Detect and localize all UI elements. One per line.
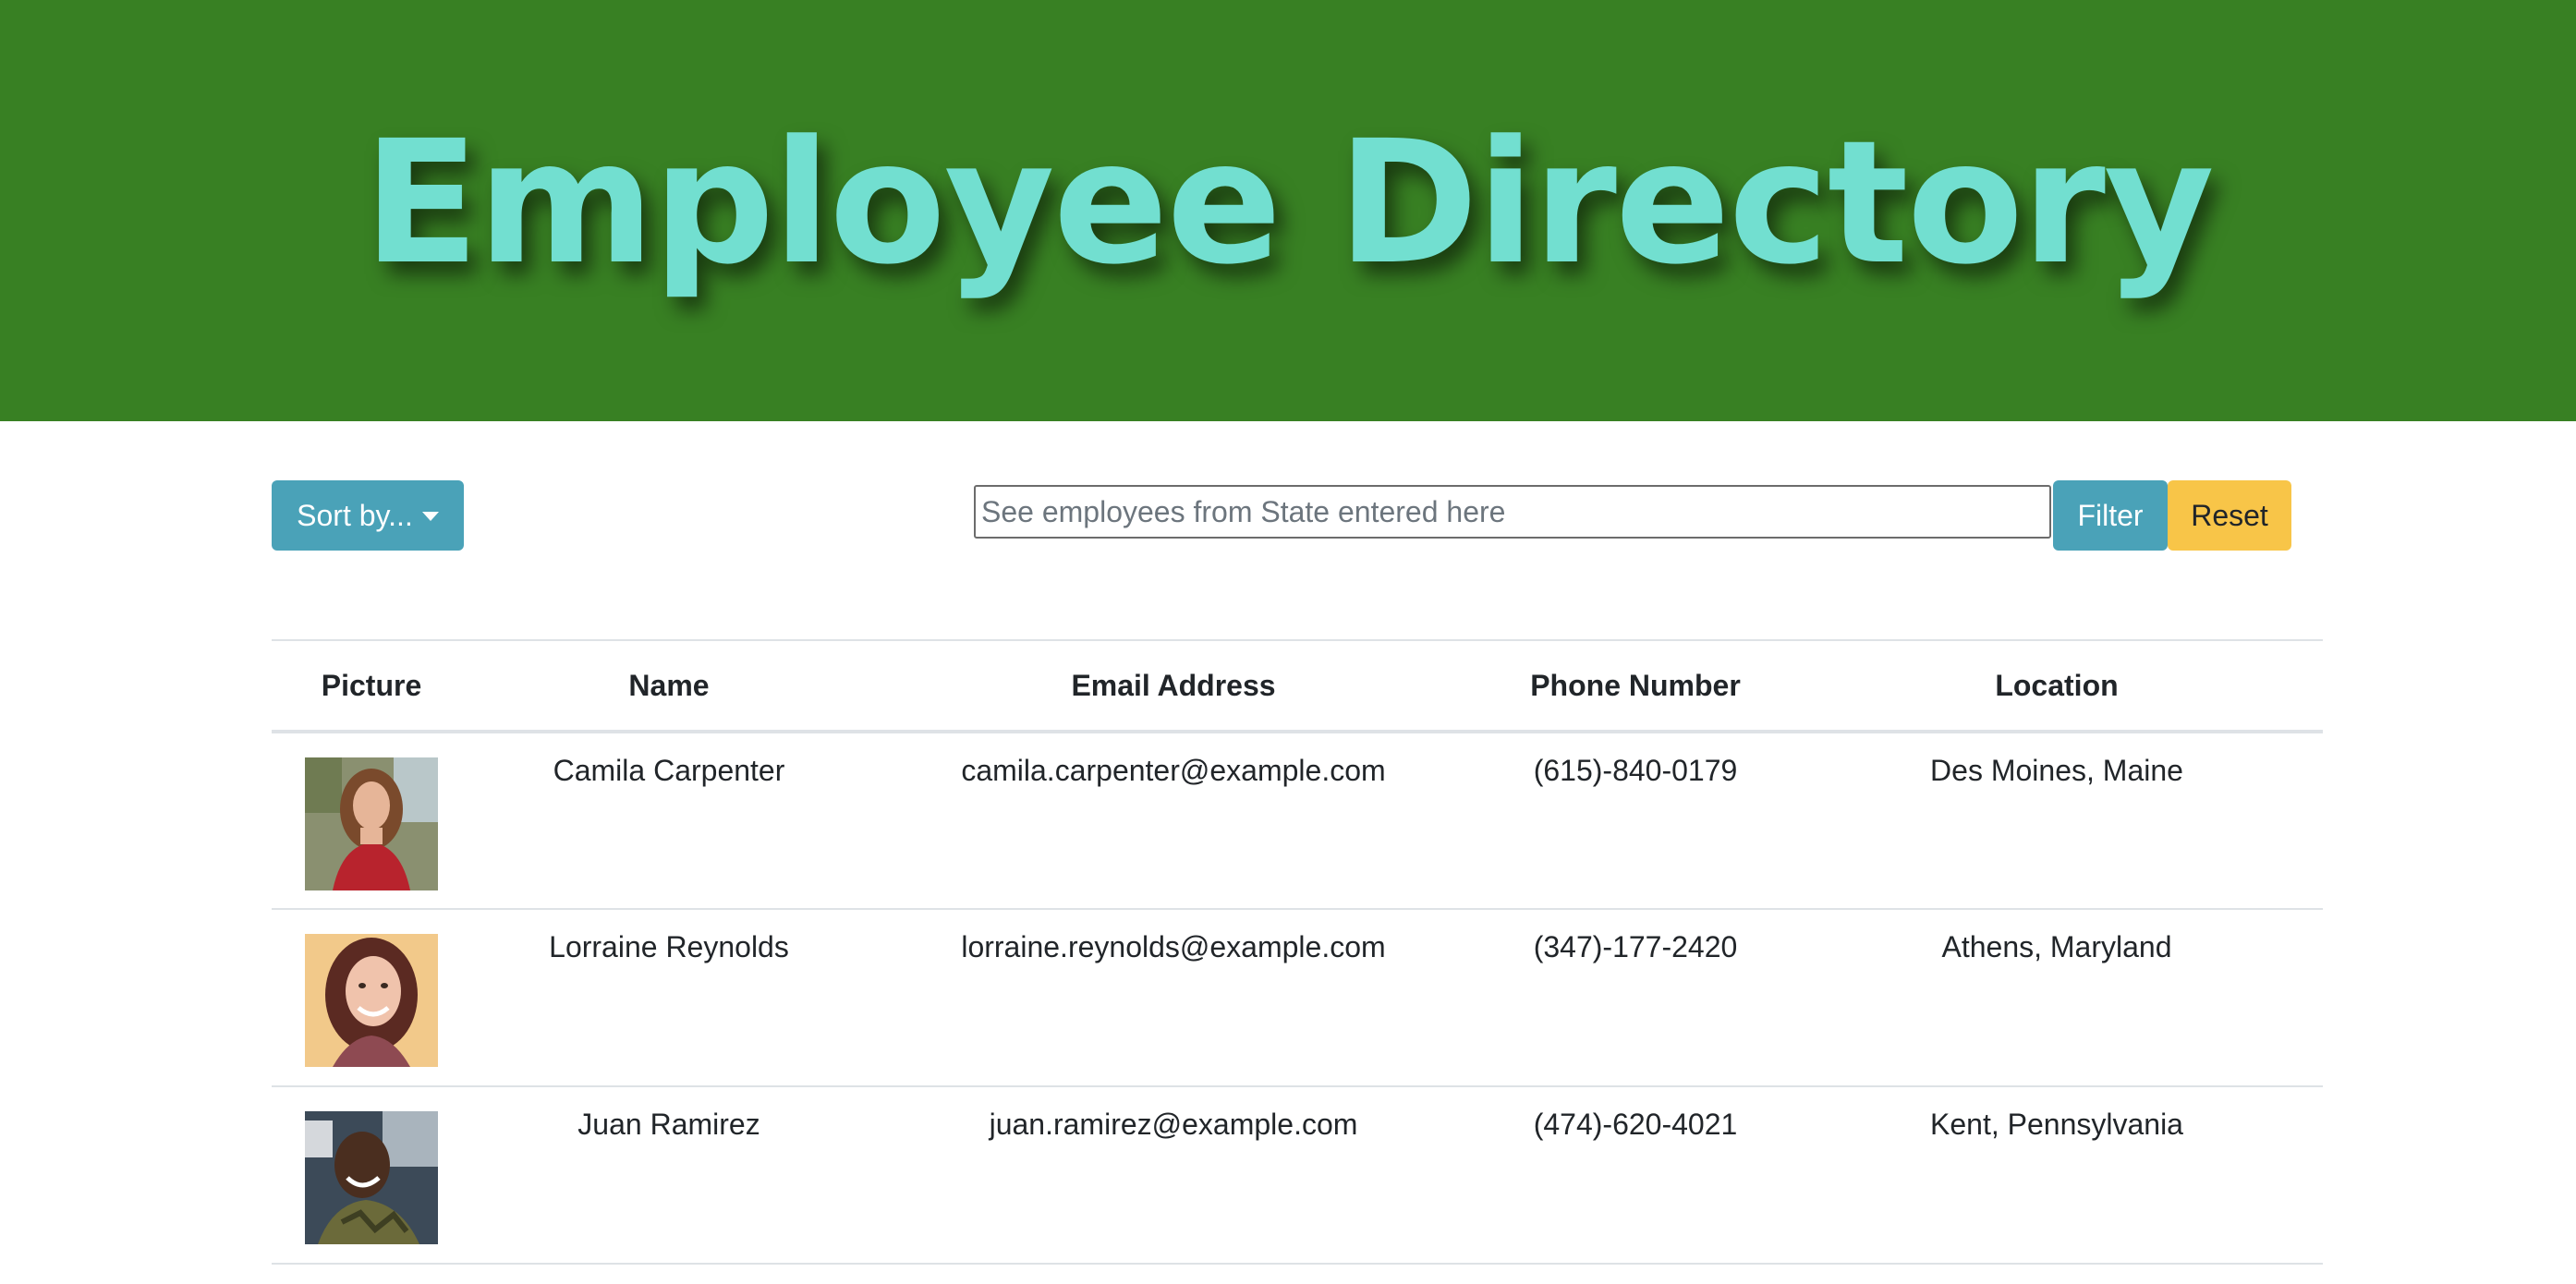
sort-button-label: Sort by... xyxy=(297,498,413,532)
employee-table: Picture Name Email Address Phone Number … xyxy=(272,639,2323,1265)
avatar xyxy=(305,757,438,890)
avatar xyxy=(305,1111,438,1244)
reset-button[interactable]: Reset xyxy=(2168,480,2291,551)
employee-name: Camila Carpenter xyxy=(471,732,867,910)
column-header-email[interactable]: Email Address xyxy=(867,639,1480,733)
employee-name: Juan Ramirez xyxy=(471,1086,867,1265)
employee-name: Lorraine Reynolds xyxy=(471,909,867,1087)
employee-email: lorraine.reynolds@example.com xyxy=(867,909,1480,1087)
table-body: Camila Carpenter camila.carpenter@exampl… xyxy=(272,732,2323,1265)
table-row: Juan Ramirez juan.ramirez@example.com (4… xyxy=(272,1086,2323,1265)
table-header-row: Picture Name Email Address Phone Number … xyxy=(272,639,2323,733)
avatar xyxy=(305,934,438,1067)
table-row: Camila Carpenter camila.carpenter@exampl… xyxy=(272,732,2323,910)
employee-phone: (474)-620-4021 xyxy=(1480,1086,1791,1265)
state-search-input[interactable] xyxy=(974,485,2051,539)
picture-cell xyxy=(272,909,471,1087)
picture-cell xyxy=(272,1086,471,1265)
column-header-picture[interactable]: Picture xyxy=(272,639,471,733)
table-header: Picture Name Email Address Phone Number … xyxy=(272,639,2323,733)
page-title: Employee Directory xyxy=(363,104,2215,302)
column-header-name[interactable]: Name xyxy=(471,639,867,733)
employee-email: juan.ramirez@example.com xyxy=(867,1086,1480,1265)
column-header-phone[interactable]: Phone Number xyxy=(1480,639,1791,733)
employee-location: Kent, Pennsylvania xyxy=(1791,1086,2323,1265)
caret-down-icon xyxy=(421,512,439,521)
employee-email: camila.carpenter@example.com xyxy=(867,732,1480,910)
filter-button[interactable]: Filter xyxy=(2053,480,2168,551)
sort-dropdown-button[interactable]: Sort by... xyxy=(272,480,464,551)
column-header-location[interactable]: Location xyxy=(1791,639,2323,733)
employee-phone: (615)-840-0179 xyxy=(1480,732,1791,910)
table-row: Lorraine Reynolds lorraine.reynolds@exam… xyxy=(272,909,2323,1087)
employee-location: Des Moines, Maine xyxy=(1791,732,2323,910)
page-header: Employee Directory xyxy=(0,0,2576,421)
picture-cell xyxy=(272,732,471,910)
employee-location: Athens, Maryland xyxy=(1791,909,2323,1087)
employee-phone: (347)-177-2420 xyxy=(1480,909,1791,1087)
